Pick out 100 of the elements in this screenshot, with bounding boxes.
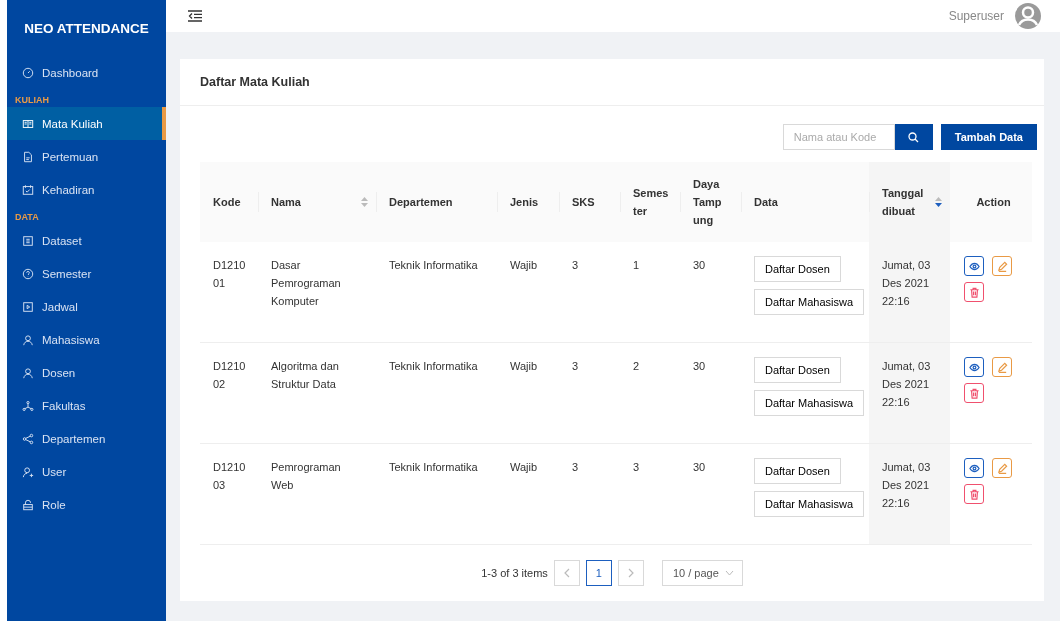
search-field[interactable]: Nama atau Kode [782,124,895,150]
table-cell: D1210 02 [213,360,246,390]
sidebar-item[interactable]: Fakultas [7,389,166,422]
book-icon [22,117,34,130]
sidebar-item-label: Dataset [42,234,82,247]
edit-button[interactable] [992,256,1012,276]
edit-button[interactable] [992,458,1012,478]
lock-icon [22,498,34,511]
sidebar-item-label: Semester [42,267,92,280]
table-cell: 3 [572,259,579,271]
user-name[interactable]: Superuser [948,9,1004,23]
table-cell: D1210 01 [213,259,246,289]
table-cell: Wajib [510,461,538,473]
column-header: Daya Tamp ung [693,177,723,228]
table-cell: Algoritma dan Struktur Data [271,360,339,390]
search-button[interactable] [894,124,933,150]
sidebar-section-label: DATA [14,211,40,224]
list-button[interactable]: Daftar Mahasiswa [754,289,865,315]
column-header: SKS [572,195,595,210]
sidebar-item-label: Role [42,498,66,511]
sidebar-section-label: KULIAH [14,94,50,107]
delete-button[interactable] [964,484,984,504]
sidebar-item[interactable]: Mahasiswa [7,323,166,356]
sidebar-item-label: Fakultas [42,399,86,412]
table-cell: 3 [572,461,579,473]
sidebar-item[interactable]: Jadwal [7,290,166,323]
table-cell: D1210 03 [213,461,246,491]
chevron-left-icon [562,568,571,578]
column-header: Kode [213,195,241,210]
column-header: Data [754,195,778,210]
view-button[interactable] [964,458,984,478]
sidebar-item[interactable]: Dataset [7,224,166,257]
sidebar-item[interactable]: User [7,455,166,488]
sidebar-item-label: Dosen [42,366,76,379]
column-header: Action [976,195,1011,210]
table-cell: 30 [693,461,706,473]
chevron-down-icon [724,570,734,576]
trash-icon [968,488,980,500]
sidebar-item[interactable]: Role [7,488,166,521]
list-button[interactable]: Daftar Mahasiswa [754,390,865,416]
sidebar-item-label: Mahasiswa [42,333,100,346]
network-icon [22,399,34,412]
chevron-right-icon [626,568,635,578]
sidebar-item-label: Departemen [42,432,106,445]
trash-icon [968,387,980,399]
sidebar-item[interactable]: Dosen [7,356,166,389]
dashboard-icon [22,66,34,79]
share-icon [22,432,34,445]
column-header: Nama [271,195,301,210]
sidebar-item-label: Dashboard [42,66,99,79]
sidebar-item[interactable]: Pertemuan [7,140,166,173]
list-button[interactable]: Daftar Dosen [754,357,841,383]
sidebar-item[interactable]: Mata Kuliah [7,107,166,140]
list-icon [22,234,34,247]
pencil-icon [996,361,1008,373]
calendar-icon [22,183,34,196]
column-header: Departemen [389,195,453,210]
user-icon [22,465,34,478]
sidebar-item[interactable]: Departemen [7,422,166,455]
delete-button[interactable] [964,282,984,302]
sort-icon[interactable] [935,197,942,207]
menu-icon[interactable] [188,10,202,22]
pencil-icon [996,260,1008,272]
column-header: Tanggal dibuat [882,186,925,219]
table-cell: Pemrograman Web [271,461,341,491]
page-button[interactable]: 1 [585,560,612,586]
view-button[interactable] [964,357,984,377]
sidebar-item-label: User [42,465,67,478]
list-button[interactable]: Daftar Dosen [754,458,841,484]
view-button[interactable] [964,256,984,276]
user-icon [22,366,34,379]
delete-button[interactable] [964,383,984,403]
table-cell: Teknik Informatika [389,360,478,372]
list-button[interactable]: Daftar Mahasiswa [754,491,865,517]
card-title: Daftar Mata Kuliah [180,59,1044,106]
document-icon [22,150,34,163]
table-cell: Teknik Informatika [389,259,478,271]
app-logo: NEO ATTENDANCE [23,19,150,38]
user-icon [22,333,34,346]
sidebar-item-label: Mata Kuliah [42,117,103,130]
table-cell: Jumat, 03 Des 2021 22:16 [882,259,931,307]
avatar-icon[interactable] [1014,2,1042,30]
column-header: Jenis [510,195,539,210]
help-icon [22,267,34,280]
table-cell: Wajib [510,259,538,271]
sidebar-item[interactable]: Kehadiran [7,173,166,206]
play-icon [22,300,34,313]
list-button[interactable]: Daftar Dosen [754,256,841,282]
add-data-button[interactable]: Tambah Data [940,124,1037,150]
search-icon [908,131,920,143]
sidebar-item[interactable]: Semester [7,257,166,290]
table-cell: 30 [693,259,706,271]
pencil-icon [996,462,1008,474]
edit-button[interactable] [992,357,1012,377]
page-size-select[interactable]: 10 / page [661,560,743,586]
table-cell: Jumat, 03 Des 2021 22:16 [882,360,931,408]
trash-icon [968,286,980,298]
sidebar-item[interactable]: Dashboard [7,56,166,89]
table-cell: 1 [633,259,640,271]
table-cell: Teknik Informatika [389,461,478,473]
